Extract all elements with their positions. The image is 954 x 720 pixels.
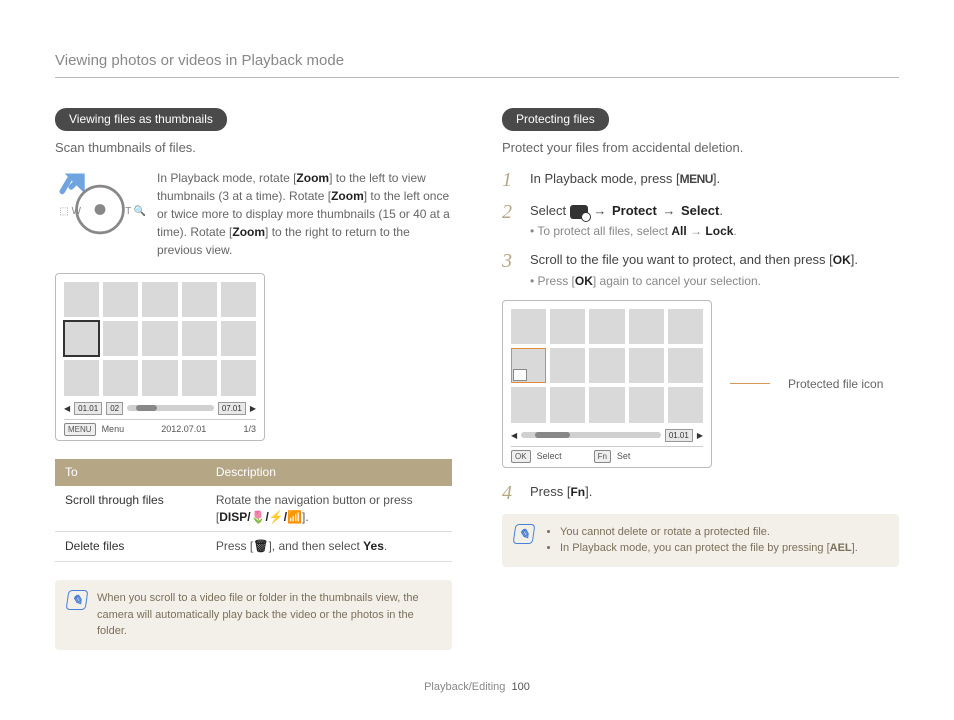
note-icon: ✎ [513,524,536,544]
protected-thumbnail [511,348,546,383]
step: 1 In Playback mode, press [MENU]. [502,169,899,191]
section-pill-thumbnails: Viewing files as thumbnails [55,108,227,131]
callout-label: Protected file icon [788,376,883,393]
section-pill-protecting: Protecting files [502,108,609,131]
date-chip: 01.01 [74,402,102,415]
footer-date: 2012.07.01 [130,423,237,436]
fn-label: Set [617,450,631,463]
lead-text: Scan thumbnails of files. [55,139,452,157]
step-number: 4 [502,482,520,504]
note-item: You cannot delete or rotate a protected … [560,524,858,541]
table-row: Scroll through files Rotate the navigati… [55,486,452,532]
table-row: Delete files Press [🗑], and then select … [55,532,452,562]
note-box: ✎ You cannot delete or rotate a protecte… [502,514,899,567]
step-number: 2 [502,201,520,241]
page-header: Viewing photos or videos in Playback mod… [55,50,899,78]
lead-text: Protect your files from accidental delet… [502,139,899,157]
zoom-dial-icon: ⬚ W T 🔍 [55,169,145,241]
th-desc: Description [206,459,452,486]
action-table: To Description Scroll through files Rota… [55,459,452,562]
date-chip: 07.01 [218,402,246,415]
note-icon: ✎ [66,590,89,610]
menu-label: Menu [102,423,125,436]
step: 4 Press [Fn]. [502,482,899,504]
note-box: ✎ When you scroll to a video file or fol… [55,580,452,650]
step: 2 Select → Protect → Select. To protect … [502,201,899,241]
svg-text:T 🔍: T 🔍 [125,204,145,217]
date-chip: 02 [106,402,123,415]
step-number: 1 [502,169,520,191]
left-column: Viewing files as thumbnails Scan thumbna… [55,108,452,650]
page-footer: Playback/Editing 100 [0,680,954,695]
protect-thumbnail-grid: ◀ 01.01 ▶ OK Select Fn Set [502,300,712,468]
step-number: 3 [502,250,520,290]
ok-chip: OK [511,450,531,463]
menu-chip: MENU [64,423,96,436]
note-item: In Playback mode, you can protect the fi… [560,540,858,557]
fn-chip: Fn [594,450,611,463]
right-column: Protecting files Protect your files from… [502,108,899,650]
note-text: When you scroll to a video file or folde… [97,590,440,640]
date-chip: 01.01 [665,429,693,442]
thumbnail-grid: ◀ 01.01 02 07.01 ▶ MENU Menu 2012.07.01 … [55,273,265,441]
ok-label: Select [537,450,562,463]
th-to: To [55,459,206,486]
callout-line [730,383,770,384]
folder-gear-icon [570,205,588,219]
svg-text:⬚ W: ⬚ W [60,206,82,217]
step: 3 Scroll to the file you want to protect… [502,250,899,290]
footer-counter: 1/3 [243,423,256,436]
dial-instructions: In Playback mode, rotate [Zoom] to the l… [157,169,452,259]
